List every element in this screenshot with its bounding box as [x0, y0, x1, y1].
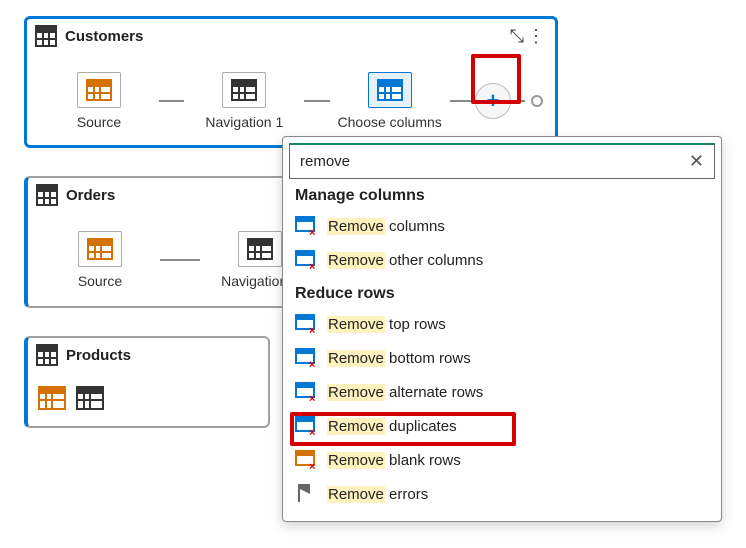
- menu-remove-blank-rows[interactable]: × Remove blank rows: [289, 443, 715, 477]
- menu-remove-alternate-rows[interactable]: × Remove alternate rows: [289, 375, 715, 409]
- table-icon: [86, 79, 112, 101]
- table-icon: [36, 344, 58, 366]
- connector-line: [304, 100, 329, 102]
- menu-label: Remove columns: [327, 218, 445, 235]
- step-label: Choose columns: [338, 114, 442, 130]
- card-title: Products: [66, 347, 131, 364]
- remove-errors-icon: [295, 484, 317, 504]
- remove-top-rows-icon: ×: [295, 314, 317, 334]
- step-source[interactable]: Source: [40, 231, 160, 289]
- step-source[interactable]: Source: [39, 72, 159, 130]
- menu-remove-duplicates[interactable]: × Remove duplicates: [289, 409, 715, 443]
- remove-other-columns-icon: ×: [295, 250, 317, 270]
- menu-label: Remove blank rows: [327, 452, 461, 469]
- query-card-products[interactable]: Products: [24, 336, 270, 428]
- table-icon: [36, 184, 58, 206]
- menu-remove-errors[interactable]: Remove errors: [289, 477, 715, 511]
- remove-alternate-rows-icon: ×: [295, 382, 317, 402]
- connector-line: [159, 100, 184, 102]
- steps-row: Source Navigation 1 Choose columns +: [39, 57, 543, 145]
- menu-remove-bottom-rows[interactable]: × Remove bottom rows: [289, 341, 715, 375]
- action-search-dropdown[interactable]: ✕ Manage columns × Remove columns × Remo…: [282, 136, 722, 522]
- step-label: Source: [77, 114, 121, 130]
- remove-bottom-rows-icon: ×: [295, 348, 317, 368]
- table-icon: [38, 386, 66, 410]
- card-header: Customers ⤡ ⋮: [27, 19, 555, 53]
- table-icon: [247, 238, 273, 260]
- step-label: Navigation 1: [205, 114, 283, 130]
- connector-line: [450, 100, 475, 102]
- group-header-manage: Manage columns: [289, 179, 715, 209]
- connector-line: [511, 100, 525, 102]
- connector-line: [160, 259, 200, 261]
- menu-remove-columns[interactable]: × Remove columns: [289, 209, 715, 243]
- menu-remove-top-rows[interactable]: × Remove top rows: [289, 307, 715, 341]
- menu-label: Remove other columns: [327, 252, 483, 269]
- card-title: Customers: [65, 28, 143, 45]
- step-label: Source: [78, 273, 122, 289]
- menu-label: Remove duplicates: [327, 418, 457, 435]
- card-header: Products: [28, 338, 268, 372]
- table-icon: [87, 238, 113, 260]
- output-node[interactable]: [531, 95, 543, 107]
- table-icon: [76, 386, 104, 410]
- card-body: [28, 372, 268, 416]
- menu-remove-other-columns[interactable]: × Remove other columns: [289, 243, 715, 277]
- table-icon: [377, 79, 403, 101]
- collapse-icon[interactable]: ⤡: [510, 26, 519, 47]
- step-navigation[interactable]: Navigation 1: [184, 72, 304, 130]
- table-icon: [35, 25, 57, 47]
- menu-label: Remove errors: [327, 486, 428, 503]
- table-icon: [231, 79, 257, 101]
- search-row: ✕: [289, 143, 715, 179]
- menu-label: Remove top rows: [327, 316, 446, 333]
- query-card-customers[interactable]: Customers ⤡ ⋮ Source Navigation 1 Choose…: [24, 16, 558, 148]
- card-title: Orders: [66, 187, 115, 204]
- add-step-button[interactable]: +: [475, 83, 511, 119]
- menu-label: Remove alternate rows: [327, 384, 483, 401]
- group-header-reduce: Reduce rows: [289, 277, 715, 307]
- remove-duplicates-icon: ×: [295, 416, 317, 436]
- step-choose-columns[interactable]: Choose columns: [330, 72, 450, 130]
- remove-columns-icon: ×: [295, 216, 317, 236]
- more-icon[interactable]: ⋮: [527, 27, 545, 45]
- clear-icon[interactable]: ✕: [689, 151, 704, 172]
- remove-blank-rows-icon: ×: [295, 450, 317, 470]
- search-input[interactable]: [300, 153, 681, 170]
- menu-label: Remove bottom rows: [327, 350, 471, 367]
